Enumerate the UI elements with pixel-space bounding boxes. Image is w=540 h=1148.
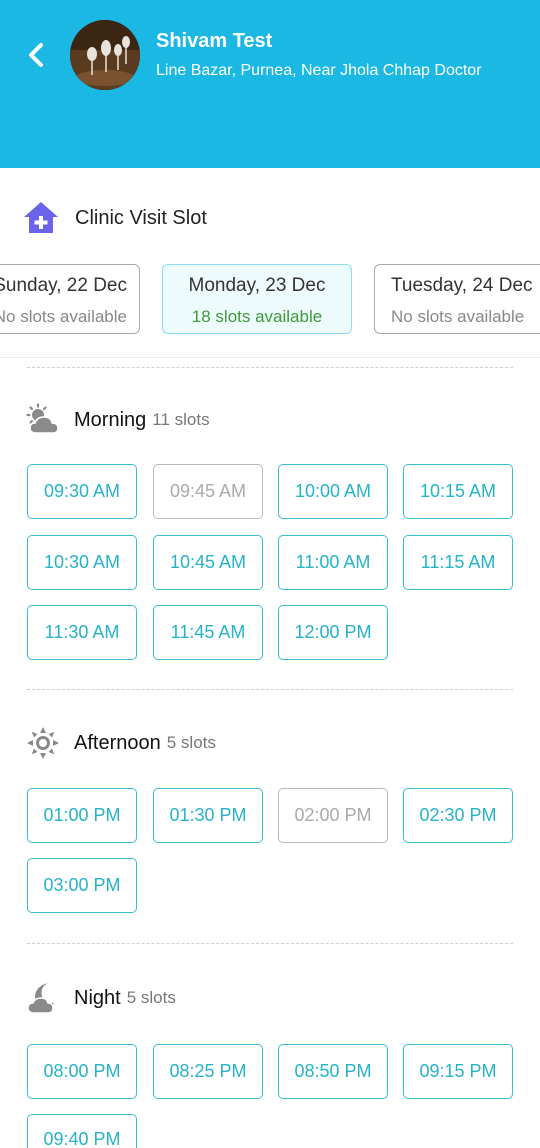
time-slot[interactable]: 01:30 PM	[153, 788, 263, 843]
time-slot[interactable]: 09:30 AM	[27, 464, 137, 519]
date-label: Monday, 23 Dec	[188, 275, 326, 296]
time-slot-unavailable: 09:45 AM	[153, 464, 263, 519]
period-header-afternoon: Afternoon 5 slots	[26, 725, 216, 761]
time-slot[interactable]: 08:25 PM	[153, 1044, 263, 1099]
period-slot-count: 5 slots	[166, 733, 216, 752]
time-slot[interactable]: 01:00 PM	[27, 788, 137, 843]
time-slot[interactable]: 10:45 AM	[153, 535, 263, 590]
time-slot-unavailable: 02:00 PM	[278, 788, 388, 843]
period-header-night: Night 5 slots	[26, 980, 176, 1016]
date-label: Tuesday, 24 Dec	[391, 275, 533, 296]
time-slot[interactable]: 10:30 AM	[27, 535, 137, 590]
divider	[0, 357, 540, 358]
time-slot[interactable]: 11:15 AM	[403, 535, 513, 590]
clinic-plus-icon	[24, 202, 58, 233]
back-button[interactable]	[22, 40, 52, 70]
date-card-next[interactable]: Tuesday, 24 Dec No slots available	[374, 264, 540, 334]
time-slot[interactable]: 08:50 PM	[278, 1044, 388, 1099]
period-name: Afternoon	[74, 731, 161, 754]
moon-cloud-icon	[27, 983, 54, 1014]
section-title: Clinic Visit Slot	[75, 206, 207, 229]
doctor-avatar[interactable]	[70, 20, 140, 90]
doctor-name: Shivam Test	[156, 30, 273, 52]
time-slot[interactable]: 11:45 AM	[153, 605, 263, 660]
sun-cloud-icon	[26, 403, 59, 434]
time-slot[interactable]: 10:00 AM	[278, 464, 388, 519]
time-slot[interactable]: 10:15 AM	[403, 464, 513, 519]
dashed-divider	[27, 689, 513, 690]
date-card-prev[interactable]: Sunday, 22 Dec No slots available	[0, 264, 140, 334]
date-availability: No slots available	[0, 307, 127, 326]
doctor-address: Line Bazar, Purnea, Near Jhola Chhap Doc…	[156, 62, 482, 79]
date-selector[interactable]: Sunday, 22 Dec No slots available Monday…	[0, 264, 540, 336]
date-availability: 18 slots available	[191, 307, 323, 326]
time-slot[interactable]: 03:00 PM	[27, 858, 137, 913]
period-slot-count: 11 slots	[152, 410, 210, 429]
time-slot[interactable]: 09:15 PM	[403, 1044, 513, 1099]
section-header: Clinic Visit Slot	[22, 198, 207, 238]
time-slot[interactable]: 11:30 AM	[27, 605, 137, 660]
date-card-selected[interactable]: Monday, 23 Dec 18 slots available	[162, 264, 352, 334]
period-header-morning: Morning 11 slots	[26, 402, 210, 438]
date-label: Sunday, 22 Dec	[0, 275, 127, 296]
period-name: Night	[74, 986, 121, 1009]
time-slot[interactable]: 11:00 AM	[278, 535, 388, 590]
time-slot[interactable]: 08:00 PM	[27, 1044, 137, 1099]
date-availability: No slots available	[391, 307, 525, 326]
app-header: Shivam Test Line Bazar, Purnea, Near Jho…	[0, 0, 540, 168]
period-name: Morning	[74, 408, 147, 431]
period-slot-count: 5 slots	[126, 988, 176, 1007]
dashed-divider	[27, 367, 513, 368]
dashed-divider	[27, 943, 513, 944]
sun-icon	[27, 727, 59, 759]
time-slot[interactable]: 09:40 PM	[27, 1114, 137, 1148]
time-slot[interactable]: 02:30 PM	[403, 788, 513, 843]
time-slot[interactable]: 12:00 PM	[278, 605, 388, 660]
chevron-left-icon	[29, 43, 43, 67]
